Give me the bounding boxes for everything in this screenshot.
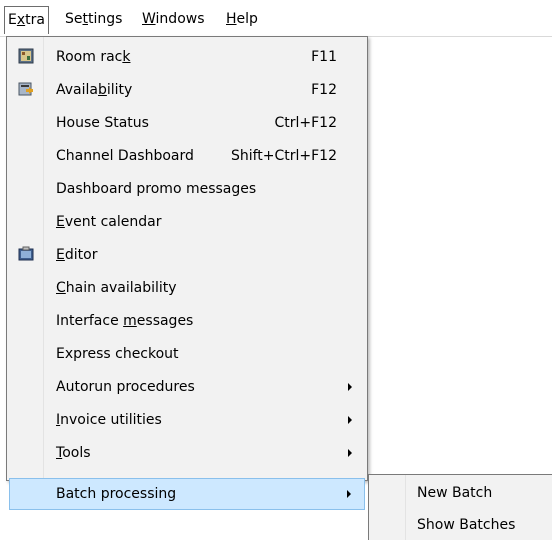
menu-item-invoice-utilities[interactable]: Invoice utilities xyxy=(9,404,365,436)
menu-item-channel-dashboard[interactable]: Channel Dashboard Shift+Ctrl+F12 xyxy=(9,140,365,172)
availability-icon xyxy=(18,82,33,96)
submenu-item-show-batches[interactable]: Show Batches xyxy=(371,509,551,541)
menu-item-event-calendar[interactable]: Event calendar xyxy=(9,206,365,238)
submenu-arrow-icon xyxy=(348,383,352,391)
menu-extra[interactable]: Extra xyxy=(4,6,49,34)
menu-item-interface-messages[interactable]: Interface messages xyxy=(9,305,365,337)
shortcut-label: F12 xyxy=(311,82,337,98)
shortcut-label: Ctrl+F12 xyxy=(274,115,337,131)
menu-item-room-rack[interactable]: Room rack F11 xyxy=(9,41,365,73)
menu-item-express-checkout[interactable]: Express checkout xyxy=(9,338,365,370)
submenu-arrow-icon xyxy=(348,416,352,424)
menu-help[interactable]: Help xyxy=(223,6,261,32)
extra-dropdown-menu: Room rack F11 Availability F12 House Sta… xyxy=(6,36,368,510)
menu-item-dashboard-promo-messages[interactable]: Dashboard promo messages xyxy=(9,173,365,205)
submenu-arrow-icon xyxy=(347,490,351,498)
menu-item-batch-processing[interactable]: Batch processing xyxy=(9,478,365,510)
editor-icon xyxy=(18,246,34,261)
shortcut-label: F11 xyxy=(311,49,337,65)
menu-item-autorun-procedures[interactable]: Autorun procedures xyxy=(9,371,365,403)
room-rack-icon xyxy=(18,48,34,64)
batch-processing-submenu: New Batch Show Batches xyxy=(368,474,552,540)
submenu-item-new-batch[interactable]: New Batch xyxy=(371,477,551,509)
menu-item-chain-availability[interactable]: Chain availability xyxy=(9,272,365,304)
menu-settings[interactable]: Settings xyxy=(62,6,125,32)
menu-windows[interactable]: Windows xyxy=(139,6,208,32)
submenu-arrow-icon xyxy=(348,449,352,457)
shortcut-label: Shift+Ctrl+F12 xyxy=(230,148,337,164)
menu-item-tools[interactable]: Tools xyxy=(9,437,365,469)
menu-item-availability[interactable]: Availability F12 xyxy=(9,74,365,106)
menu-item-editor[interactable]: Editor xyxy=(9,239,365,271)
menu-bar: Extra Settings Windows Help xyxy=(0,0,552,37)
menu-item-house-status[interactable]: House Status Ctrl+F12 xyxy=(9,107,365,139)
